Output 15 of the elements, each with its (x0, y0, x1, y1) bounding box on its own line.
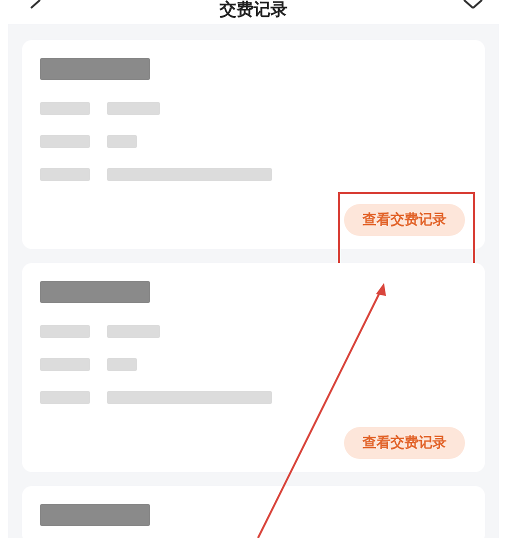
pixelated-redaction (40, 168, 90, 181)
pixelated-redaction (107, 358, 137, 371)
pixelated-redaction (40, 135, 90, 148)
pixelated-redaction (40, 390, 90, 404)
pixelated-redaction (107, 135, 137, 148)
back-icon[interactable] (28, 0, 42, 10)
view-payment-records-button[interactable]: 查看交费记录 (344, 426, 465, 459)
pixelated-redaction (107, 102, 160, 115)
view-payment-records-button[interactable]: 查看交费记录 (344, 204, 465, 236)
pixelated-redaction (107, 324, 160, 338)
pixelated-redaction (40, 358, 90, 371)
pixelated-redaction (40, 102, 90, 115)
page-title: 交费记录 (220, 0, 288, 20)
close-icon[interactable] (462, 0, 484, 10)
pixelated-redaction (40, 324, 90, 338)
